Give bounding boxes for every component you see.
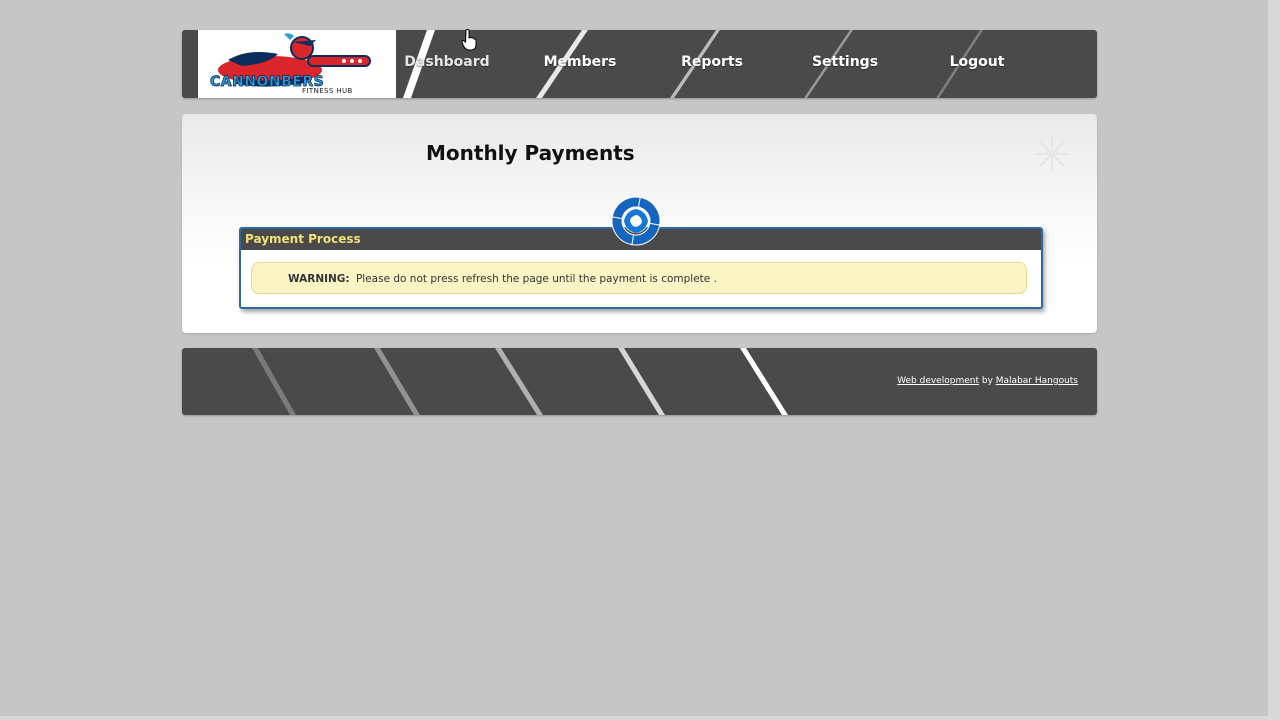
logo[interactable]: CANNONBERS FITNESS HUB bbox=[198, 30, 396, 98]
warning-label: WARNING: bbox=[288, 273, 350, 285]
header-bar: CANNONBERS FITNESS HUB Dashboard Members… bbox=[182, 30, 1097, 98]
nav-members[interactable]: Members bbox=[525, 54, 635, 70]
window-edge bbox=[1268, 0, 1280, 720]
footer-stripe bbox=[374, 348, 420, 415]
footer-bar: Web development by Malabar Hangouts bbox=[182, 348, 1097, 415]
malabar-hangouts-link[interactable]: Malabar Hangouts bbox=[996, 376, 1078, 386]
content-panel: Monthly Payments Payment Process WARNING… bbox=[182, 114, 1097, 333]
logo-subtitle: FITNESS HUB bbox=[302, 87, 353, 95]
page-title: Monthly Payments bbox=[426, 141, 635, 165]
window-edge-bottom bbox=[0, 716, 1280, 720]
nav-dashboard[interactable]: Dashboard bbox=[392, 54, 502, 70]
nav-settings[interactable]: Settings bbox=[790, 54, 900, 70]
page: CANNONBERS FITNESS HUB Dashboard Members… bbox=[0, 0, 1280, 720]
nav-reports[interactable]: Reports bbox=[657, 54, 767, 70]
web-development-link[interactable]: Web development bbox=[897, 376, 979, 386]
footer-by: by bbox=[981, 376, 993, 386]
footer-credit: Web development by Malabar Hangouts bbox=[897, 376, 1078, 386]
footer-stripe bbox=[740, 348, 788, 415]
footer-stripe bbox=[252, 348, 296, 415]
footer-stripe bbox=[495, 348, 543, 415]
nav-logout[interactable]: Logout bbox=[922, 54, 1032, 70]
footer-stripe bbox=[618, 348, 665, 415]
loading-spinner-icon bbox=[611, 196, 661, 246]
hand-cursor-icon bbox=[461, 29, 477, 51]
sparkle-icon bbox=[1035, 137, 1069, 171]
warning-text: Please do not press refresh the page unt… bbox=[355, 273, 717, 285]
main-nav: Dashboard Members Reports Settings Logou… bbox=[404, 30, 1097, 98]
warning-message: WARNING: Please do not press refresh the… bbox=[251, 262, 1027, 294]
